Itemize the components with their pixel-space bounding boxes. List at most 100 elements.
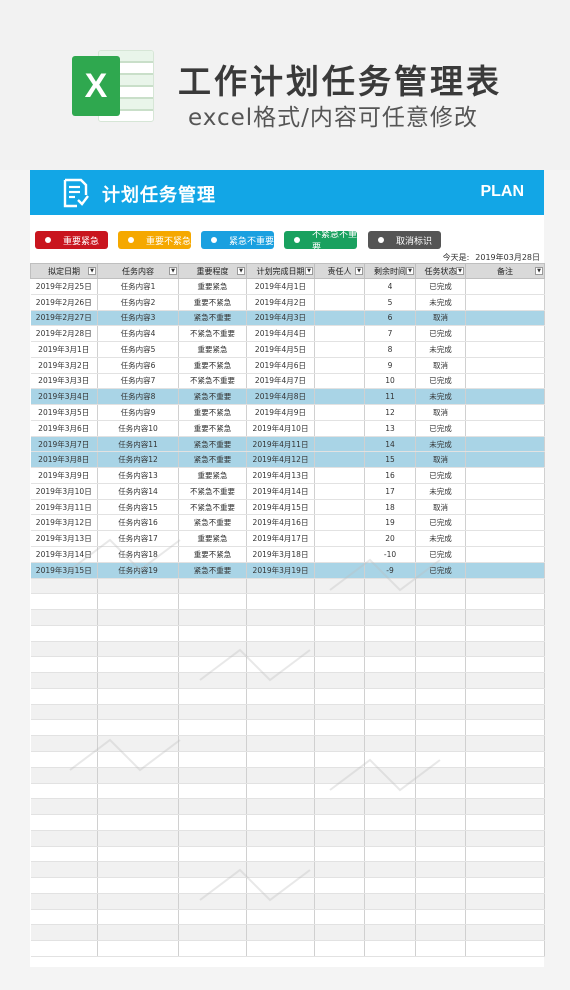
table-cell[interactable]: 2019年3月7日 (30, 436, 98, 453)
table-cell[interactable]: 任务内容4 (97, 325, 179, 343)
table-cell[interactable]: 紧急不重要 (178, 310, 247, 327)
table-cell[interactable]: 取消 (415, 499, 466, 516)
table-cell[interactable] (30, 672, 98, 689)
table-cell[interactable] (97, 877, 179, 894)
empty-row[interactable] (30, 798, 545, 816)
table-cell[interactable] (465, 751, 545, 768)
table-cell[interactable] (415, 625, 466, 642)
table-cell[interactable] (30, 593, 98, 611)
table-cell[interactable] (465, 767, 545, 784)
table-cell[interactable] (415, 861, 466, 879)
table-cell[interactable]: 未完成 (415, 341, 466, 358)
table-cell[interactable] (97, 672, 179, 689)
table-cell[interactable]: 任务内容7 (97, 373, 179, 390)
table-cell[interactable]: 任务内容14 (97, 483, 179, 500)
table-cell[interactable]: 任务内容5 (97, 341, 179, 358)
legend-cancel-mark[interactable]: 取消标识 (368, 231, 441, 249)
table-cell[interactable] (314, 735, 365, 752)
table-cell[interactable]: 已完成 (415, 467, 466, 484)
table-cell[interactable] (246, 704, 315, 721)
empty-row[interactable] (30, 877, 545, 894)
table-cell[interactable] (97, 924, 179, 942)
table-cell[interactable] (465, 483, 545, 500)
table-cell[interactable] (178, 751, 247, 768)
table-cell[interactable]: 未完成 (415, 294, 466, 311)
table-cell[interactable] (415, 704, 466, 721)
table-cell[interactable]: 不紧急不重要 (178, 499, 247, 516)
table-cell[interactable] (415, 656, 466, 674)
legend-important-urgent[interactable]: 重要紧急 (35, 231, 108, 249)
table-cell[interactable]: 2019年3月8日 (30, 451, 98, 469)
table-cell[interactable] (97, 641, 179, 658)
table-cell[interactable] (465, 578, 545, 595)
table-cell[interactable] (246, 846, 315, 863)
table-cell[interactable]: 2019年3月18日 (246, 546, 315, 563)
table-cell[interactable]: 2019年4月5日 (246, 341, 315, 358)
table-cell[interactable]: 取消 (415, 451, 466, 469)
table-cell[interactable]: 重要紧急 (178, 530, 247, 548)
empty-row[interactable] (30, 814, 545, 831)
table-cell[interactable]: 2019年4月11日 (246, 436, 315, 453)
table-cell[interactable] (364, 735, 416, 752)
table-cell[interactable]: 重要紧急 (178, 467, 247, 484)
table-cell[interactable] (178, 656, 247, 674)
table-cell[interactable] (364, 593, 416, 611)
table-cell[interactable] (465, 294, 545, 311)
table-cell[interactable] (97, 735, 179, 752)
table-cell[interactable]: -10 (364, 546, 416, 563)
table-cell[interactable]: 紧急不重要 (178, 436, 247, 453)
table-cell[interactable] (314, 641, 365, 658)
table-cell[interactable] (465, 373, 545, 390)
table-cell[interactable] (465, 593, 545, 611)
empty-row[interactable] (30, 893, 545, 910)
table-cell[interactable]: 2019年3月6日 (30, 420, 98, 437)
table-cell[interactable]: 2019年4月17日 (246, 530, 315, 548)
table-cell[interactable]: 2019年4月9日 (246, 404, 315, 421)
table-cell[interactable]: 2019年2月28日 (30, 325, 98, 343)
table-cell[interactable] (30, 656, 98, 674)
table-row[interactable]: 2019年2月25日 任务内容1 重要紧急 2019年4月1日 4 已完成 (30, 278, 545, 295)
table-cell[interactable] (465, 625, 545, 642)
table-cell[interactable] (314, 451, 365, 469)
table-cell[interactable] (314, 578, 365, 595)
column-header[interactable]: 计划完成日期 ▼ (246, 263, 315, 279)
table-cell[interactable] (178, 893, 247, 910)
table-cell[interactable]: 2019年2月25日 (30, 278, 98, 295)
table-cell[interactable]: 重要不紧急 (178, 546, 247, 563)
table-cell[interactable] (314, 357, 365, 374)
table-cell[interactable] (364, 688, 416, 705)
table-cell[interactable] (314, 909, 365, 926)
table-cell[interactable] (246, 893, 315, 910)
table-cell[interactable] (97, 893, 179, 910)
table-cell[interactable] (465, 830, 545, 847)
empty-row[interactable] (30, 751, 545, 768)
table-cell[interactable] (97, 719, 179, 737)
table-cell[interactable] (465, 451, 545, 469)
table-cell[interactable] (97, 593, 179, 611)
table-cell[interactable] (30, 783, 98, 800)
table-cell[interactable] (246, 735, 315, 752)
table-cell[interactable] (465, 388, 545, 406)
table-cell[interactable] (314, 420, 365, 437)
table-cell[interactable]: 任务内容18 (97, 546, 179, 563)
table-cell[interactable]: 已完成 (415, 325, 466, 343)
table-cell[interactable] (30, 625, 98, 642)
table-cell[interactable] (364, 814, 416, 831)
table-cell[interactable] (30, 877, 98, 894)
table-cell[interactable] (30, 578, 98, 595)
table-cell[interactable] (30, 830, 98, 847)
table-cell[interactable] (465, 310, 545, 327)
table-cell[interactable] (246, 798, 315, 816)
table-cell[interactable]: 已完成 (415, 373, 466, 390)
table-cell[interactable] (178, 609, 247, 626)
column-header[interactable]: 剩余时间 ▼ (364, 263, 416, 279)
table-cell[interactable] (364, 656, 416, 674)
table-cell[interactable] (246, 656, 315, 674)
column-header[interactable]: 拟定日期 ▼ (30, 263, 98, 279)
table-cell[interactable] (415, 641, 466, 658)
table-cell[interactable] (415, 830, 466, 847)
table-cell[interactable] (30, 767, 98, 784)
table-cell[interactable] (415, 767, 466, 784)
empty-row[interactable] (30, 861, 545, 879)
empty-row[interactable] (30, 641, 545, 658)
